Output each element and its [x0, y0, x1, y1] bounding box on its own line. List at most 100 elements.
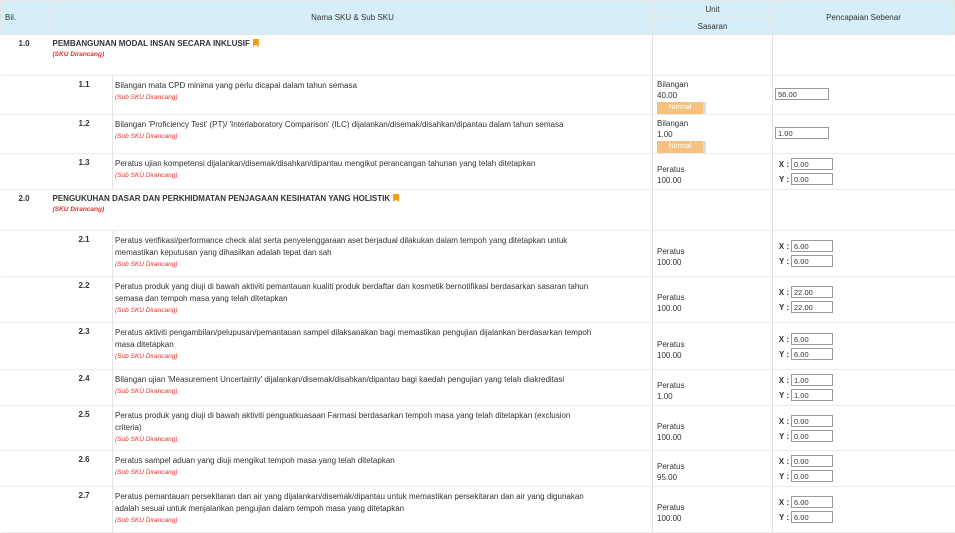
section-row: 1.0 PEMBANGUNAN MODAL INSAN SECARA INKLUS…: [0, 34, 955, 76]
col-header-sasaran: Sasaran: [652, 17, 774, 35]
pencapaian-cell: [772, 75, 955, 115]
sub-sku-row: 1.1 Bilangan mata CPD minima yang perlu d…: [0, 75, 955, 115]
x-input[interactable]: [791, 240, 834, 252]
y-input[interactable]: [791, 470, 834, 482]
y-input[interactable]: [791, 389, 834, 401]
bil-empty-cell: [0, 369, 53, 406]
target-value: 100.00: [657, 304, 682, 313]
bil-empty-cell: [0, 75, 53, 115]
section-number: 1.0: [0, 34, 53, 76]
pencapaian-input[interactable]: [775, 88, 830, 100]
y-label: Y :: [778, 390, 790, 400]
sub-sku-number: 2.4: [52, 369, 113, 406]
target-value: 100.00: [657, 351, 682, 360]
y-input[interactable]: [791, 173, 834, 185]
target-value: 100.00: [657, 514, 682, 523]
sub-sku-description-cell: Peratus verifikasi/performance check ala…: [111, 230, 653, 277]
sub-sku-number: 2.2: [52, 276, 113, 323]
sub-sku-number: 2.3: [52, 322, 113, 370]
pencapaian-cell: X : Y :: [772, 486, 955, 533]
sub-sku-number: 2.5: [52, 405, 113, 451]
y-input[interactable]: [791, 430, 834, 442]
sub-sku-description: Bilangan ujian 'Measurement Uncertainty'…: [115, 375, 565, 384]
unit-cell: Peratus 100.00: [652, 486, 773, 533]
bil-empty-cell: [0, 114, 53, 154]
sub-sku-tag: (Sub SKU Dirancang): [115, 517, 178, 524]
x-input[interactable]: [791, 286, 834, 298]
unit-label: Peratus: [657, 462, 685, 471]
sku-table: Bil. Nama SKU & Sub SKU Unit Pencapaian …: [0, 0, 955, 533]
unit-label: Bilangan: [657, 119, 689, 128]
sub-sku-row: 2.1 Peratus verifikasi/performance check …: [0, 230, 955, 277]
target-value: 40.00: [657, 91, 678, 100]
x-input[interactable]: [791, 333, 834, 345]
bil-empty-cell: [0, 405, 53, 451]
unit-cell: Peratus 1.00: [652, 369, 773, 406]
sub-sku-row: 2.3 Peratus aktiviti pengambilan/pelupusa…: [0, 322, 955, 370]
sub-sku-description: Peratus aktiviti pengambilan/pelupusan/p…: [115, 328, 592, 349]
status-badge: Normal: [657, 141, 707, 153]
section-title-cell: PEMBANGUNAN MODAL INSAN SECARA INKLUSIF (…: [52, 34, 653, 76]
unit-cell: Peratus 100.00: [652, 230, 773, 277]
col-header-name: Nama SKU & Sub SKU: [51, 0, 654, 35]
y-input[interactable]: [791, 255, 834, 267]
x-input[interactable]: [791, 158, 834, 170]
unit-label: Peratus: [657, 503, 685, 512]
sub-sku-tag: (Sub SKU Dirancang): [115, 436, 178, 443]
y-label: Y :: [778, 302, 790, 312]
pencapaian-cell: X : Y :: [772, 322, 955, 370]
x-input[interactable]: [791, 415, 834, 427]
unit-cell: Peratus 100.00: [652, 322, 773, 370]
bil-empty-cell: [0, 153, 53, 190]
x-label: X :: [778, 159, 790, 169]
y-input[interactable]: [791, 511, 834, 523]
y-label: Y :: [778, 174, 790, 184]
bookmark-icon[interactable]: [393, 194, 400, 202]
target-value: 100.00: [657, 258, 682, 267]
pencapaian-input[interactable]: [775, 127, 830, 139]
status-badge: Normal: [657, 102, 707, 114]
sku-tag: (SKU Dirancang): [52, 206, 105, 213]
y-label: Y :: [778, 471, 790, 481]
sub-sku-description-cell: Peratus produk yang diuji di bawah aktiv…: [111, 405, 653, 451]
sub-sku-tag: (Sub SKU Dirancang): [115, 353, 178, 360]
bil-empty-cell: [0, 230, 53, 277]
bil-empty-cell: [0, 486, 53, 533]
sub-sku-description-cell: Peratus aktiviti pengambilan/pelupusan/p…: [111, 322, 653, 370]
x-label: X :: [778, 287, 790, 297]
sub-sku-row: 2.5 Peratus produk yang diuji di bawah ak…: [0, 405, 955, 451]
y-input[interactable]: [791, 348, 834, 360]
bookmark-icon[interactable]: [252, 39, 259, 47]
section-unit-cell: [652, 189, 773, 231]
sub-sku-description: Peratus produk yang diuji di bawah aktiv…: [115, 282, 589, 303]
section-pencapaian-cell: [772, 34, 955, 76]
sub-sku-number: 1.3: [52, 153, 113, 190]
x-input[interactable]: [791, 374, 834, 386]
x-input[interactable]: [791, 455, 834, 467]
bil-empty-cell: [0, 322, 53, 370]
bil-empty-cell: [0, 450, 53, 487]
sub-sku-tag: (Sub SKU Dirancang): [115, 261, 178, 268]
sub-sku-tag: (Sub SKU Dirancang): [115, 172, 178, 179]
x-input[interactable]: [791, 496, 834, 508]
x-label: X :: [778, 375, 790, 385]
target-value: 100.00: [657, 176, 682, 185]
sub-sku-description: Peratus produk yang diuji di bawah aktiv…: [115, 411, 571, 432]
col-header-bil: Bil.: [0, 0, 53, 35]
sub-sku-row: 1.2 Bilangan 'Proficiency Test' (PT)/ 'In…: [0, 114, 955, 154]
x-label: X :: [778, 497, 790, 507]
sub-sku-row: 1.3 Peratus ujian kompetensi dijalankan/d…: [0, 153, 955, 190]
sub-sku-description: Peratus pemantauan persekitaran dan air …: [115, 492, 584, 513]
x-label: X :: [778, 241, 790, 251]
sub-sku-description-cell: Peratus ujian kompetensi dijalankan/dise…: [111, 153, 653, 190]
unit-label: Peratus: [657, 165, 685, 174]
sub-sku-description: Peratus ujian kompetensi dijalankan/dise…: [115, 159, 536, 168]
unit-cell: Peratus 100.00: [652, 276, 773, 323]
sub-sku-tag: (Sub SKU Dirancang): [115, 94, 178, 101]
y-input[interactable]: [791, 301, 834, 313]
sub-sku-description: Peratus sampel aduan yang diuji mengikut…: [115, 456, 395, 465]
x-label: X :: [778, 416, 790, 426]
target-value: 1.00: [657, 130, 673, 139]
x-label: X :: [778, 334, 790, 344]
sub-sku-tag: (Sub SKU Dirancang): [115, 133, 178, 140]
